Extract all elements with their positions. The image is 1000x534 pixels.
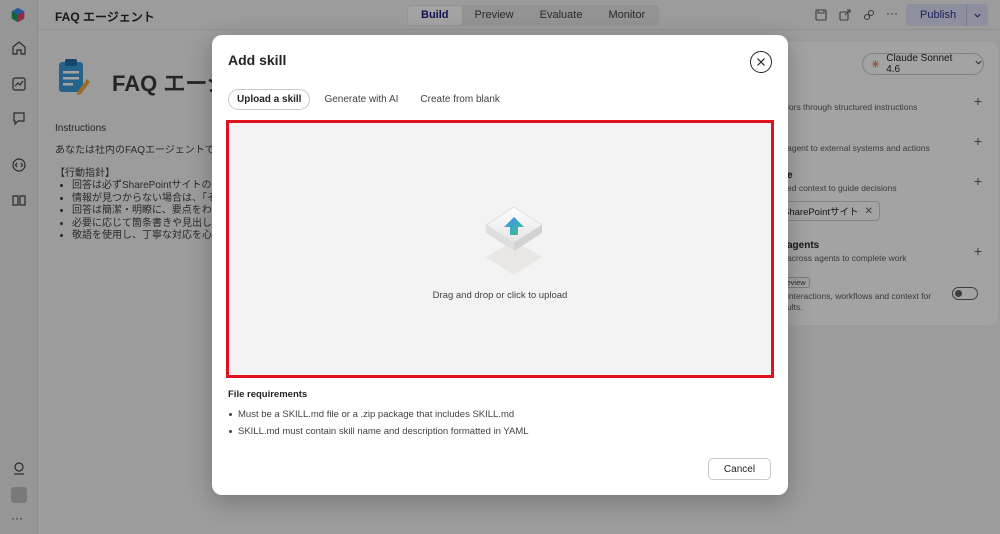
add-skill-dialog: Add skill Upload a skill Generate with A… [212, 35, 788, 495]
skill-tabs: Upload a skill Generate with AI Create f… [228, 89, 514, 110]
upload-dropzone[interactable]: Drag and drop or click to upload [226, 120, 774, 378]
requirement-item: SKILL.md must contain skill name and des… [228, 426, 529, 437]
dialog-title: Add skill [228, 52, 287, 68]
requirement-item: Must be a SKILL.md file or a .zip packag… [228, 409, 529, 420]
requirements-list: Must be a SKILL.md file or a .zip packag… [228, 409, 529, 443]
upload-icon [482, 205, 546, 279]
close-icon [757, 58, 765, 66]
close-button[interactable] [750, 51, 772, 73]
dropzone-text: Drag and drop or click to upload [432, 290, 568, 301]
cancel-button[interactable]: Cancel [708, 458, 771, 480]
tab-create-blank[interactable]: Create from blank [412, 89, 507, 110]
tab-upload-skill[interactable]: Upload a skill [228, 89, 311, 110]
requirements-heading: File requirements [228, 389, 308, 400]
tab-generate-ai[interactable]: Generate with AI [316, 89, 406, 110]
